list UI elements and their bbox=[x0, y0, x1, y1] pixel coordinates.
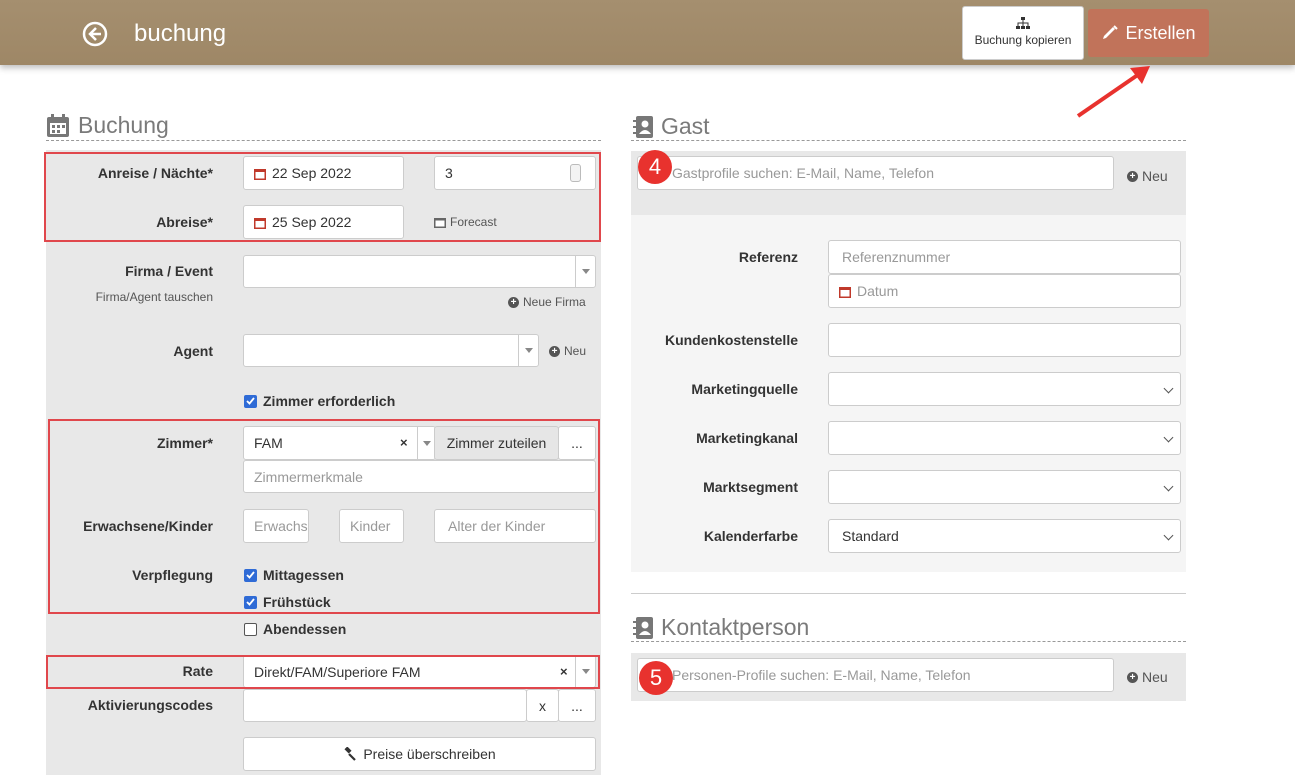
reference-date-input[interactable]: Datum bbox=[828, 274, 1181, 308]
reference-label: Referenz bbox=[738, 249, 798, 265]
cost-center-input[interactable] bbox=[828, 323, 1181, 357]
plus-icon: + bbox=[1127, 170, 1138, 182]
chevron-down-icon bbox=[1163, 383, 1174, 394]
copy-booking-label: Buchung kopieren bbox=[974, 33, 1072, 47]
calendar-color-label: Kalenderfarbe bbox=[703, 528, 798, 544]
chevron-down-icon bbox=[1163, 481, 1174, 492]
buchung-title: Buchung bbox=[78, 112, 169, 138]
top-bar: buchung Buchung kopieren Erstellen bbox=[0, 0, 1295, 65]
calendar-color-value: Standard bbox=[842, 528, 899, 544]
annotation-arrow bbox=[1076, 66, 1150, 118]
room-required-label: Zimmer erforderlich bbox=[263, 393, 396, 409]
create-button[interactable]: Erstellen bbox=[1088, 9, 1209, 57]
new-company-label: Neue Firma bbox=[523, 295, 586, 309]
room-required-checkbox[interactable]: Zimmer erforderlich bbox=[244, 393, 395, 409]
marketing-channel-select[interactable] bbox=[828, 421, 1181, 455]
plus-icon: + bbox=[549, 345, 560, 357]
calendar-icon bbox=[839, 286, 851, 298]
contact-new-link[interactable]: + Neu bbox=[1127, 669, 1168, 685]
dinner-checkbox[interactable]: Abendessen bbox=[244, 621, 346, 637]
market-segment-select[interactable] bbox=[828, 470, 1181, 504]
marketing-source-label: Marketingquelle bbox=[691, 381, 798, 397]
company-label: Firma / Event bbox=[125, 263, 213, 279]
checkbox-unchecked-icon bbox=[244, 622, 257, 636]
contact-book-icon bbox=[633, 115, 653, 138]
reference-input[interactable]: Referenznummer bbox=[828, 240, 1181, 274]
checkbox-checked-icon bbox=[244, 394, 257, 408]
highlight-box-rate bbox=[46, 655, 600, 689]
override-prices-button[interactable]: Preise überschreiben bbox=[243, 737, 596, 771]
plus-icon: + bbox=[508, 296, 519, 308]
guest-search-input[interactable]: Gastprofile suchen: E-Mail, Name, Telefo… bbox=[637, 156, 1114, 190]
guest-new-link[interactable]: + Neu bbox=[1127, 168, 1168, 184]
section-divider bbox=[631, 593, 1186, 594]
section-divider bbox=[631, 641, 1186, 642]
agent-label: Agent bbox=[173, 343, 213, 359]
activation-clear-button[interactable]: x bbox=[526, 689, 559, 722]
chevron-down-icon bbox=[1163, 530, 1174, 541]
new-company-link[interactable]: + Neue Firma bbox=[508, 295, 586, 309]
create-label: Erstellen bbox=[1125, 22, 1196, 43]
kontakt-heading: Kontaktperson bbox=[633, 614, 809, 641]
gavel-icon bbox=[344, 747, 357, 761]
section-divider bbox=[631, 140, 1186, 141]
gast-heading: Gast bbox=[633, 113, 710, 140]
copy-booking-button[interactable]: Buchung kopieren bbox=[962, 6, 1084, 60]
marketing-source-select[interactable] bbox=[828, 372, 1181, 406]
override-prices-label: Preise überschreiben bbox=[363, 746, 496, 762]
contact-new-label: Neu bbox=[1142, 669, 1168, 685]
highlight-box-room bbox=[48, 419, 600, 614]
chevron-down-icon bbox=[518, 335, 538, 366]
pen-icon bbox=[1103, 25, 1119, 39]
gast-title: Gast bbox=[661, 113, 710, 139]
activation-codes-label: Aktivierungscodes bbox=[87, 697, 213, 713]
contact-book-icon bbox=[633, 616, 653, 639]
cost-center-label: Kundenkostenstelle bbox=[664, 332, 798, 348]
sitemap-icon bbox=[1016, 17, 1030, 29]
activation-codes-input[interactable] bbox=[243, 689, 527, 722]
calendar-color-select[interactable]: Standard bbox=[828, 519, 1181, 553]
marketing-channel-label: Marketingkanal bbox=[696, 430, 798, 446]
section-divider bbox=[46, 140, 601, 141]
company-select[interactable] bbox=[243, 255, 596, 288]
page-title: buchung bbox=[134, 20, 227, 47]
buchung-heading: Buchung bbox=[46, 112, 169, 139]
swap-agent-link[interactable]: Firma/Agent tauschen bbox=[46, 290, 213, 304]
reference-date-placeholder: Datum bbox=[857, 283, 899, 299]
dinner-label: Abendessen bbox=[263, 621, 347, 637]
agent-new-link[interactable]: + Neu bbox=[549, 344, 586, 358]
highlight-box-dates bbox=[44, 152, 601, 242]
chevron-down-icon bbox=[1163, 432, 1174, 443]
activation-more-button[interactable]: ... bbox=[558, 689, 596, 722]
chevron-down-icon bbox=[575, 256, 595, 287]
agent-new-label: Neu bbox=[564, 344, 587, 358]
back-icon[interactable] bbox=[82, 21, 108, 47]
kontakt-title: Kontaktperson bbox=[661, 614, 810, 640]
guest-new-label: Neu bbox=[1142, 168, 1168, 184]
step-badge-4: 4 bbox=[638, 150, 672, 184]
market-segment-label: Marktsegment bbox=[703, 479, 798, 495]
plus-icon: + bbox=[1127, 671, 1138, 683]
step-badge-5: 5 bbox=[639, 661, 673, 695]
calendar-icon bbox=[47, 113, 69, 137]
agent-select[interactable] bbox=[243, 334, 539, 367]
contact-search-input[interactable]: Personen-Profile suchen: E-Mail, Name, T… bbox=[637, 658, 1114, 692]
